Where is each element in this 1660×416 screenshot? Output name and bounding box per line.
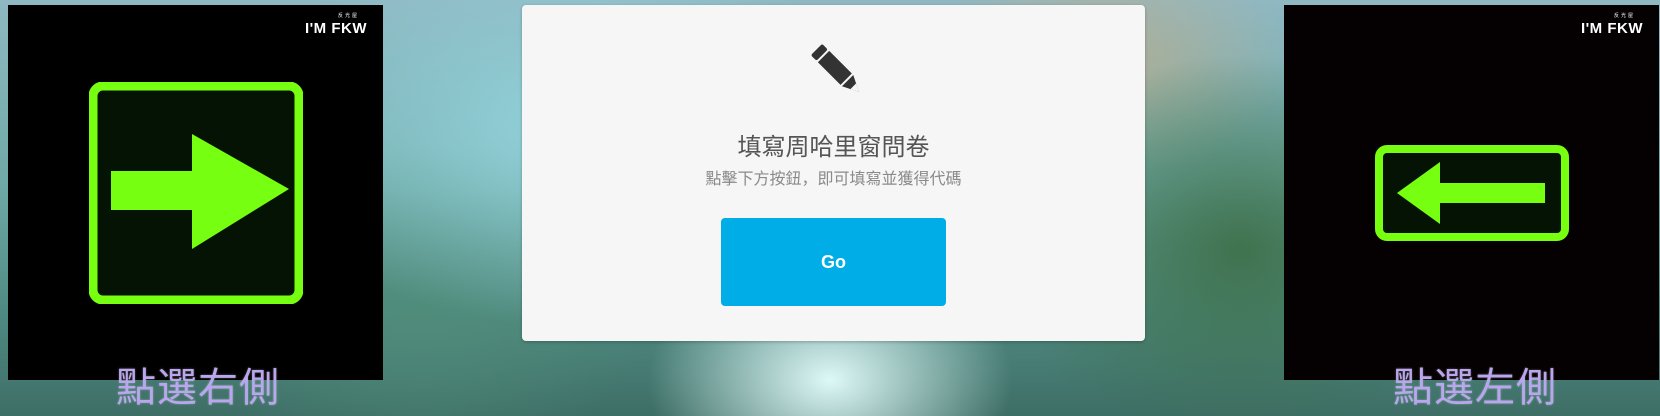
survey-card: 填寫周哈里窗問卷 點擊下方按鈕，即可填寫並獲得代碼 Go: [522, 5, 1145, 341]
right-arrow-panel[interactable]: 反光屋 I'M FKW: [1284, 5, 1659, 380]
brand-logo-text: I'M FKW: [1580, 20, 1643, 37]
brand-logo: 反光屋 I'M FKW: [1580, 14, 1643, 37]
go-button[interactable]: Go: [721, 218, 946, 306]
brand-logo: 反光屋 I'M FKW: [304, 14, 367, 37]
brand-logo-sub: 反光屋: [1613, 13, 1635, 19]
pencil-icon: [811, 44, 859, 92]
caption-select-right: 點選右側: [116, 365, 280, 411]
brand-logo-sub: 反光屋: [337, 13, 359, 19]
left-arrow-panel[interactable]: 反光屋 I'M FKW: [8, 5, 383, 380]
survey-title: 填寫周哈里窗問卷: [737, 133, 930, 161]
right-arrow-sign-icon: [89, 82, 303, 304]
survey-subtitle: 點擊下方按鈕，即可填寫並獲得代碼: [705, 169, 962, 188]
left-arrow-sign-icon: [1375, 145, 1569, 241]
caption-select-left: 點選左側: [1393, 365, 1557, 411]
brand-logo-text: I'M FKW: [304, 20, 367, 37]
